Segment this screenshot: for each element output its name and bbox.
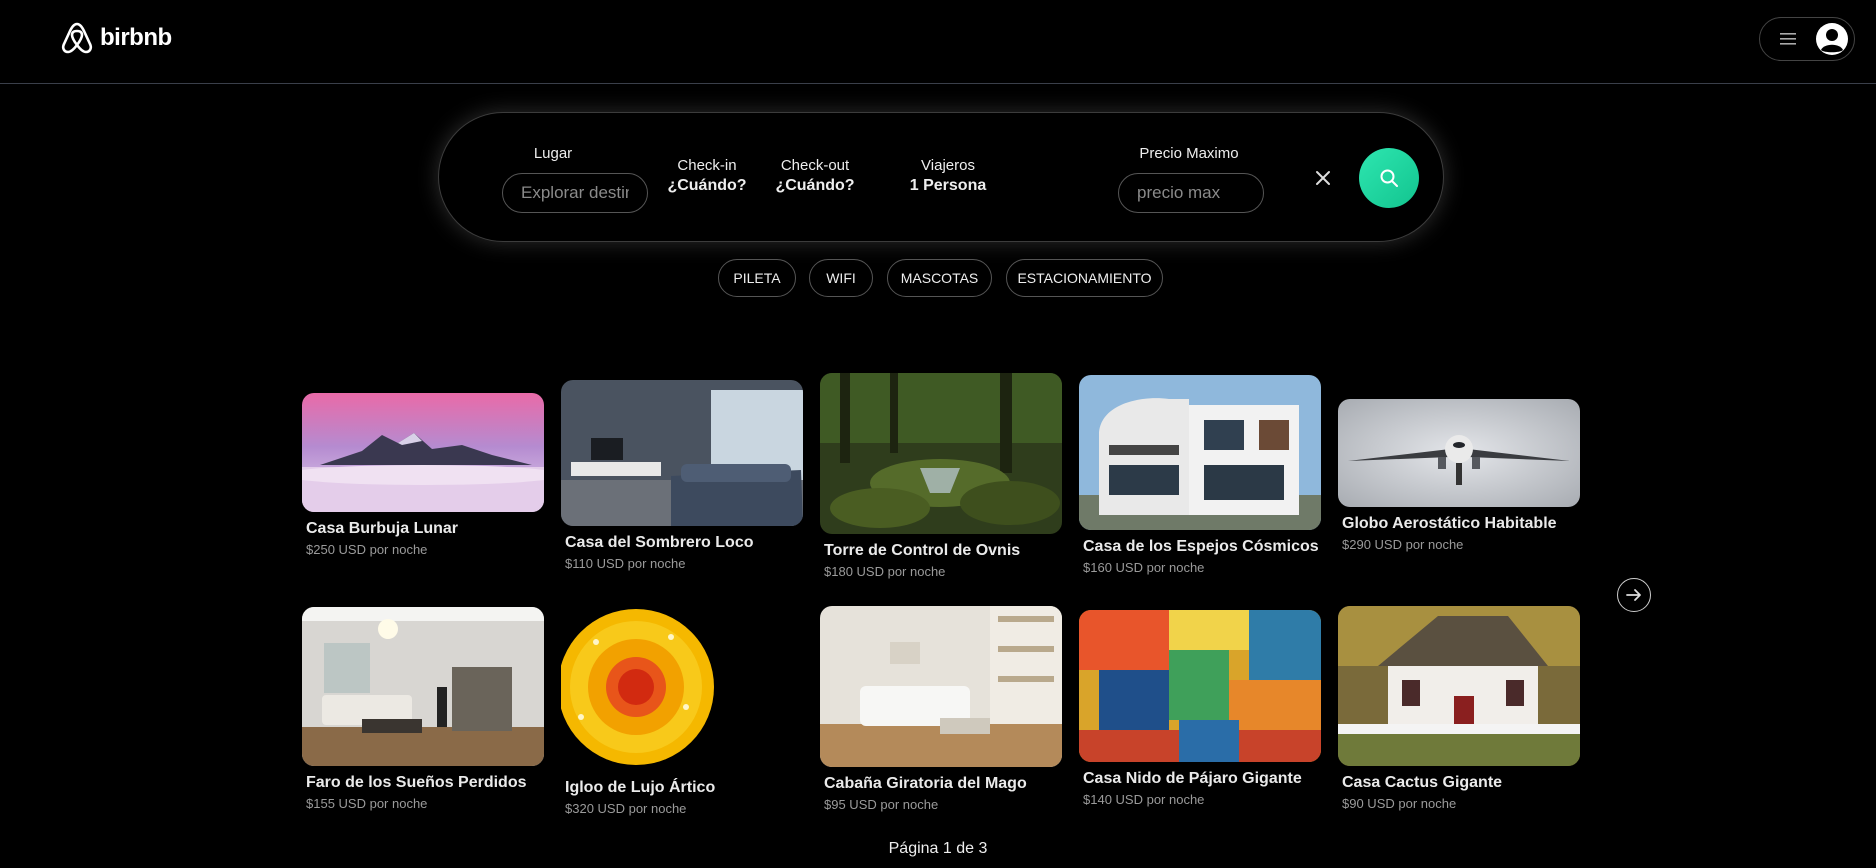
price-input[interactable]: [1118, 173, 1264, 213]
price-label: Precio Maximo: [1139, 145, 1239, 162]
listing-image[interactable]: [820, 373, 1062, 534]
listing-image[interactable]: [1338, 399, 1580, 507]
user-avatar-icon: [1816, 23, 1848, 55]
filter-chip-mascotas[interactable]: MASCOTAS: [887, 259, 992, 297]
listing-image[interactable]: [302, 393, 544, 512]
listing-image[interactable]: [1079, 375, 1321, 530]
pagination-label: Página 1 de 3: [888, 840, 988, 857]
listing-price: $155 USD por noche: [306, 796, 428, 811]
listing-price: $180 USD por noche: [824, 564, 946, 579]
close-icon: [1316, 171, 1330, 185]
listing-title: Casa Nido de Pájaro Gigante: [1083, 770, 1302, 787]
listing-card[interactable]: Casa de los Espejos Cósmicos $160 USD po…: [1079, 375, 1321, 575]
listing-price: $250 USD por noche: [306, 542, 428, 557]
listing-image[interactable]: [1338, 606, 1580, 766]
travelers-label: Viajeros: [921, 157, 975, 174]
listing-price: $160 USD por noche: [1083, 560, 1205, 575]
listing-price: $90 USD por noche: [1342, 796, 1457, 811]
search-button[interactable]: [1359, 148, 1419, 208]
listing-title: Casa de los Espejos Cósmicos: [1083, 538, 1319, 555]
listing-image[interactable]: [561, 380, 803, 526]
hamburger-icon: [1780, 33, 1796, 45]
listing-title: Casa del Sombrero Loco: [565, 534, 754, 551]
checkin-label: Check-in: [677, 157, 737, 174]
listing-card[interactable]: Torre de Control de Ovnis $180 USD por n…: [820, 373, 1062, 579]
checkout-value[interactable]: ¿Cuándo?: [765, 177, 865, 195]
listing-title: Torre de Control de Ovnis: [824, 542, 1021, 559]
listing-title: Globo Aerostático Habitable: [1342, 515, 1557, 532]
travelers-value[interactable]: 1 Persona: [888, 177, 1008, 195]
arrow-right-icon: [1626, 589, 1641, 601]
listing-title: Casa Burbuja Lunar: [306, 520, 459, 537]
listing-title: Igloo de Lujo Ártico: [565, 779, 716, 796]
clear-search-button[interactable]: [1312, 167, 1334, 189]
listing-title: Faro de los Sueños Perdidos: [306, 774, 527, 791]
user-menu-button[interactable]: [1759, 17, 1855, 61]
listing-price: $140 USD por noche: [1083, 792, 1205, 807]
listing-price: $320 USD por noche: [565, 801, 687, 816]
listing-card[interactable]: Faro de los Sueños Perdidos $155 USD por…: [302, 607, 544, 811]
listing-card[interactable]: Casa del Sombrero Loco $110 USD por noch…: [561, 380, 803, 571]
listing-image[interactable]: [820, 606, 1062, 767]
listing-title: Cabaña Giratoria del Mago: [824, 775, 1027, 792]
listing-price: $290 USD por noche: [1342, 537, 1464, 552]
amenity-filters: PILETA WIFI MASCOTAS ESTACIONAMIENTO: [0, 259, 1876, 299]
next-page-button[interactable]: [1617, 578, 1651, 612]
listing-card[interactable]: Casa Burbuja Lunar $250 USD por noche: [302, 393, 544, 557]
listing-card[interactable]: Globo Aerostático Habitable $290 USD por…: [1338, 399, 1580, 552]
filter-chip-wifi[interactable]: WIFI: [809, 259, 873, 297]
listing-image[interactable]: [302, 607, 544, 766]
filter-chip-estacionamiento[interactable]: ESTACIONAMIENTO: [1006, 259, 1163, 297]
listing-card[interactable]: Igloo de Lujo Ártico $320 USD por noche: [561, 603, 803, 816]
listing-image: [561, 603, 716, 771]
listing-image[interactable]: [1079, 610, 1321, 762]
place-input[interactable]: [502, 173, 648, 213]
place-label: Lugar: [533, 145, 573, 162]
listing-card[interactable]: Casa Nido de Pájaro Gigante $140 USD por…: [1079, 610, 1321, 807]
checkin-value[interactable]: ¿Cuándo?: [657, 177, 757, 195]
listing-card[interactable]: Cabaña Giratoria del Mago $95 USD por no…: [820, 606, 1062, 812]
search-bar: Lugar Check-in ¿Cuándo? Check-out ¿Cuánd…: [438, 112, 1444, 242]
brand-name: birbnb: [100, 24, 172, 51]
checkout-label: Check-out: [780, 157, 850, 174]
brand-logo[interactable]: birbnb: [60, 20, 172, 56]
top-navbar: birbnb: [0, 0, 1876, 84]
filter-chip-pileta[interactable]: PILETA: [718, 259, 796, 297]
listing-price: $110 USD por noche: [565, 556, 686, 571]
airbnb-logo-icon: [61, 22, 93, 54]
listing-card[interactable]: Casa Cactus Gigante $90 USD por noche: [1338, 606, 1580, 811]
search-icon: [1380, 169, 1398, 187]
listing-title: Casa Cactus Gigante: [1342, 774, 1503, 791]
listing-price: $95 USD por noche: [824, 797, 939, 812]
